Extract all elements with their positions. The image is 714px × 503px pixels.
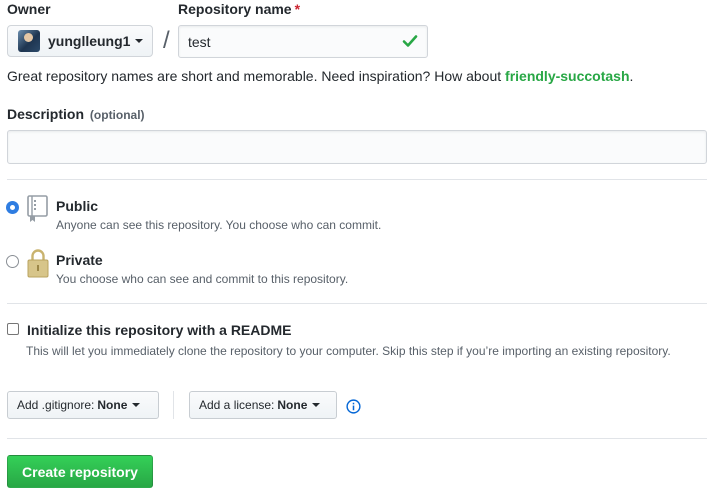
- private-radio[interactable]: [6, 255, 19, 268]
- owner-repo-separator: /: [163, 27, 170, 54]
- divider: [7, 179, 707, 180]
- chevron-down-icon: [132, 403, 141, 407]
- public-radio[interactable]: [6, 201, 19, 214]
- owner-label: Owner: [7, 1, 51, 17]
- info-icon[interactable]: [346, 399, 361, 414]
- repository-name-input[interactable]: [178, 25, 428, 58]
- owner-avatar: [18, 30, 40, 52]
- gitignore-prefix: Add .gitignore:: [17, 398, 95, 412]
- gitignore-value: None: [97, 398, 128, 412]
- private-note: You choose who can see and commit to thi…: [56, 272, 349, 286]
- name-hint-suffix: .: [629, 68, 634, 84]
- create-repository-button[interactable]: Create repository: [7, 455, 153, 488]
- public-note: Anyone can see this repository. You choo…: [56, 218, 382, 232]
- repository-name-label-text: Repository name: [178, 1, 292, 17]
- repository-name-label: Repository name *: [178, 1, 300, 17]
- license-value: None: [277, 398, 308, 412]
- optional-tag: (optional): [89, 108, 145, 122]
- name-hint: Great repository names are short and mem…: [7, 68, 633, 84]
- check-icon: [402, 35, 418, 47]
- gitignore-select[interactable]: Add .gitignore: None: [7, 391, 159, 419]
- license-select[interactable]: Add a license: None: [189, 391, 337, 419]
- chevron-down-icon: [312, 403, 321, 407]
- owner-selected-value: yunglleung1: [48, 33, 131, 49]
- chevron-down-icon: [135, 39, 144, 43]
- owner-select[interactable]: yunglleung1: [7, 25, 153, 57]
- suggested-name-link[interactable]: friendly-succotash: [505, 68, 629, 84]
- public-title: Public: [56, 198, 99, 214]
- divider: [7, 303, 707, 304]
- readme-title: Initialize this repository with a README: [27, 322, 292, 338]
- license-prefix: Add a license:: [199, 398, 275, 412]
- private-title: Private: [56, 252, 103, 268]
- divider: [7, 438, 707, 439]
- vertical-divider: [173, 391, 174, 419]
- description-label-text: Description: [7, 106, 85, 122]
- repo-book-icon: [27, 195, 48, 222]
- required-mark: *: [294, 1, 301, 17]
- readme-note: This will let you immediately clone the …: [26, 344, 671, 358]
- lock-icon: [27, 249, 49, 278]
- description-input[interactable]: [7, 130, 707, 164]
- description-label: Description (optional): [7, 106, 145, 122]
- readme-checkbox[interactable]: [7, 323, 19, 335]
- name-hint-text: Great repository names are short and mem…: [7, 68, 506, 84]
